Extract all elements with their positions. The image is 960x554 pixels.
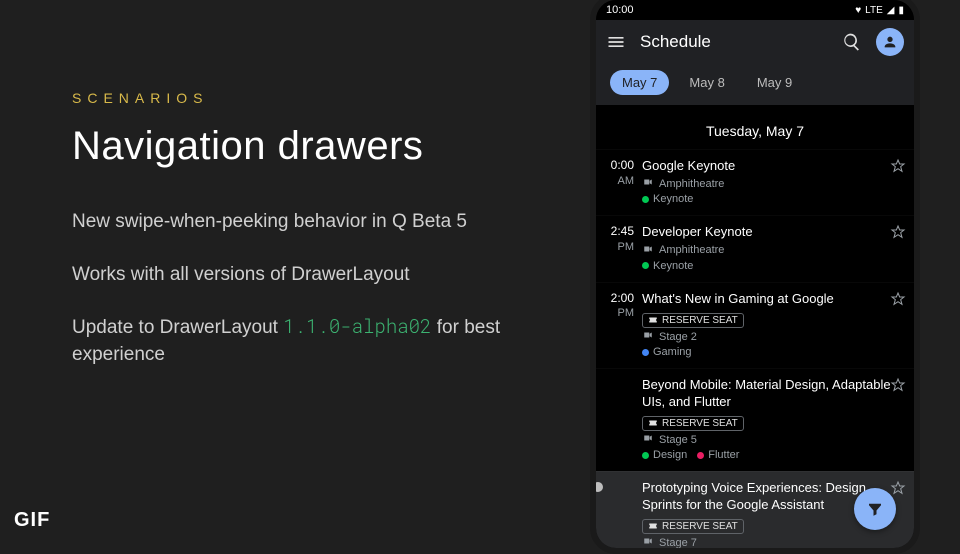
session-row[interactable]: 2:00PMWhat's New in Gaming at Google RESE…: [596, 282, 914, 369]
hamburger-icon[interactable]: [606, 32, 626, 52]
session-title: Google Keynote: [642, 158, 904, 174]
date-chip-may7[interactable]: May 7: [610, 70, 669, 95]
session-location: Stage 2: [642, 330, 904, 343]
star-icon[interactable]: [890, 224, 906, 240]
status-network: LTE: [865, 5, 883, 16]
tag-keynote: Keynote: [642, 193, 693, 205]
camera-icon: [642, 433, 654, 446]
tag-gaming: Gaming: [642, 346, 692, 358]
date-header: Tuesday, May 7: [596, 105, 914, 149]
slide-title: Navigation drawers: [72, 124, 552, 169]
reserve-seat-button[interactable]: RESERVE SEAT: [642, 519, 744, 534]
status-time: 10:00: [606, 4, 634, 16]
status-signal-icon: ◢: [887, 5, 895, 16]
date-chip-may9[interactable]: May 9: [745, 70, 804, 95]
session-row[interactable]: 0:00AMGoogle Keynote Amphitheatre Keynote: [596, 149, 914, 215]
code-version: 1.1.0-alpha02: [283, 314, 431, 339]
camera-icon: [642, 330, 654, 343]
session-row[interactable]: Beyond Mobile: Material Design, Adaptabl…: [596, 368, 914, 471]
status-heart-icon: ♥: [855, 5, 861, 16]
eyebrow: SCENARIOS: [72, 90, 552, 106]
tag-design: Design: [642, 449, 687, 461]
app-title: Schedule: [640, 32, 828, 52]
session-time: 2:00PM: [596, 291, 642, 359]
status-bar: 10:00 ♥ LTE ◢ ▮: [596, 0, 914, 20]
session-title: Beyond Mobile: Material Design, Adaptabl…: [642, 377, 904, 410]
session-time: [596, 377, 642, 461]
reserve-seat-button[interactable]: RESERVE SEAT: [642, 313, 744, 328]
tag-flutter: Flutter: [697, 449, 739, 461]
session-location: Amphitheatre: [642, 244, 904, 257]
session-title: What's New in Gaming at Google: [642, 291, 904, 307]
camera-icon: [642, 177, 654, 190]
session-location: Stage 7: [642, 536, 904, 549]
star-icon[interactable]: [890, 480, 906, 496]
filter-fab[interactable]: [854, 488, 896, 530]
camera-icon: [642, 536, 654, 549]
date-chip-may8[interactable]: May 8: [677, 70, 736, 95]
session-row[interactable]: 2:45PMDeveloper Keynote Amphitheatre Keyno…: [596, 215, 914, 281]
star-icon[interactable]: [890, 377, 906, 393]
bullet-2: Update to DrawerLayout 1.1.0-alpha02 for…: [72, 314, 552, 368]
status-battery-icon: ▮: [898, 5, 904, 16]
session-time: 0:00AM: [596, 158, 642, 205]
session-title: Developer Keynote: [642, 224, 904, 240]
bullet-1: Works with all versions of DrawerLayout: [72, 262, 552, 289]
session-tags: Keynote: [642, 193, 904, 205]
phone-mockup: 10:00 ♥ LTE ◢ ▮ Schedule May 7 May 8 May 9…: [590, 0, 920, 554]
star-icon[interactable]: [890, 158, 906, 174]
session-location: Stage 5: [642, 433, 904, 446]
star-icon[interactable]: [890, 291, 906, 307]
gif-badge: GIF: [14, 509, 50, 532]
session-tags: Keynote: [642, 260, 904, 272]
session-time: 2:45PM: [596, 224, 642, 271]
tag-keynote: Keynote: [642, 260, 693, 272]
session-time: [596, 480, 642, 554]
session-location: Amphitheatre: [642, 177, 904, 190]
reserve-seat-button[interactable]: RESERVE SEAT: [642, 416, 744, 431]
app-bar: Schedule: [596, 20, 914, 64]
avatar[interactable]: [876, 28, 904, 56]
bullet-0: New swipe-when-peeking behavior in Q Bet…: [72, 209, 552, 236]
session-tags: Design Flutter: [642, 449, 904, 461]
search-icon[interactable]: [842, 32, 862, 52]
date-chips: May 7 May 8 May 9: [596, 64, 914, 105]
session-tags: Gaming: [642, 346, 904, 358]
camera-icon: [642, 244, 654, 257]
